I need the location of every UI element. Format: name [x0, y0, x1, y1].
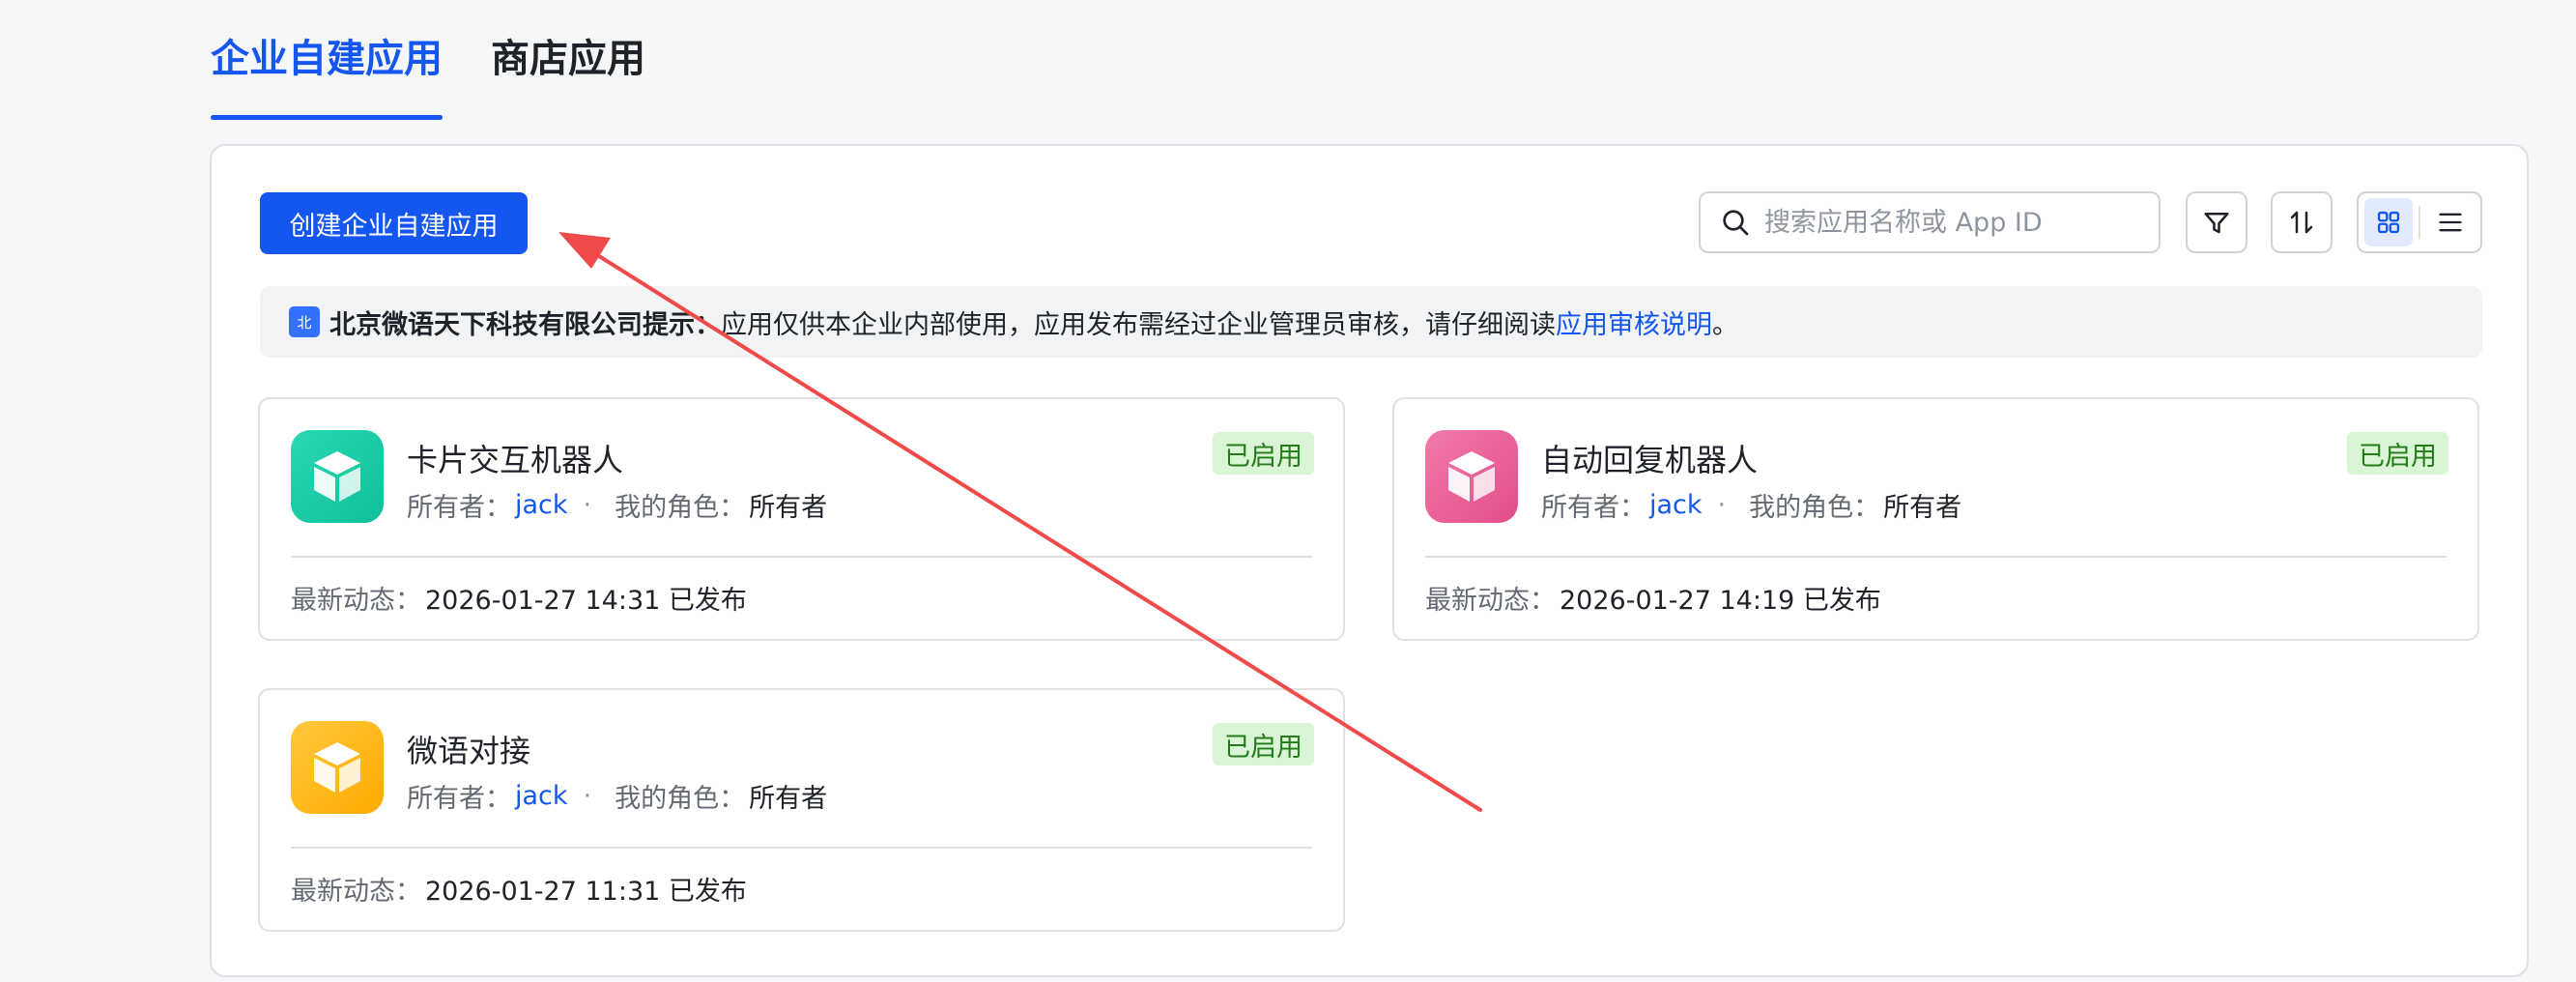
notice-message: 应用仅供本企业内部使用，应用发布需经过企业管理员审核，请仔细阅读 — [721, 309, 1556, 340]
owner-label: 所有者： — [407, 784, 511, 814]
app-icon — [1425, 430, 1518, 523]
activity-value: 2026-01-27 11:31 已发布 — [425, 877, 747, 907]
search-input[interactable] — [1764, 207, 2151, 238]
sort-icon — [2290, 211, 2313, 234]
notice-company: 北京微语天下科技有限公司提示： — [329, 309, 721, 340]
latest-activity: 最新动态： 2026-01-27 11:31 已发布 — [291, 870, 747, 908]
app-type-tabs: 企业自建应用 商店应用 — [211, 0, 645, 120]
status-badge: 已启用 — [1213, 723, 1314, 765]
app-icon — [291, 721, 384, 814]
role-value: 所有者 — [1883, 493, 1962, 523]
company-badge-icon: 北 — [289, 306, 320, 337]
tab-store-apps[interactable]: 商店应用 — [491, 0, 645, 120]
card-divider — [291, 847, 1312, 849]
app-name: 自动回复机器人 — [1541, 442, 1759, 478]
view-toggle — [2357, 191, 2482, 253]
search-box[interactable] — [1699, 191, 2161, 253]
card-divider — [291, 556, 1312, 558]
activity-label: 最新动态： — [291, 586, 421, 616]
tab-enterprise-apps[interactable]: 企业自建应用 — [211, 0, 443, 120]
grid-view-icon — [2377, 211, 2400, 234]
search-icon — [1723, 210, 1749, 236]
card-divider — [1425, 556, 2447, 558]
app-meta: 所有者： jack · 我的角色： 所有者 — [407, 777, 827, 815]
owner-link[interactable]: jack — [515, 781, 568, 811]
cube-icon — [314, 742, 360, 793]
latest-activity: 最新动态： 2026-01-27 14:19 已发布 — [1425, 579, 1881, 617]
activity-value: 2026-01-27 14:31 已发布 — [425, 586, 747, 616]
app-management-page: 企业自建应用 商店应用 创建企业自建应用 搜索应用名称或 App ID 北 北京… — [0, 0, 2576, 982]
role-label: 我的角色： — [1749, 493, 1880, 523]
app-card[interactable]: 自动回复机器人 所有者： jack · 我的角色： 所有者 已启用 最新动态： 2… — [1392, 397, 2479, 641]
sort-button[interactable] — [2271, 191, 2333, 253]
app-meta: 所有者： jack · 我的角色： 所有者 — [407, 486, 827, 524]
filter-icon — [2204, 213, 2229, 234]
activity-value: 2026-01-27 14:19 已发布 — [1560, 586, 1881, 616]
owner-label: 所有者： — [407, 493, 511, 523]
apps-panel: 创建企业自建应用 搜索应用名称或 App ID 北 北京微语天下科技有限公司提示… — [210, 144, 2529, 977]
meta-separator: · — [1717, 490, 1727, 520]
owner-link[interactable]: jack — [1649, 490, 1703, 520]
status-badge: 已启用 — [2347, 432, 2448, 475]
notice-banner: 北 北京微语天下科技有限公司提示： 应用仅供本企业内部使用，应用发布需经过企业管… — [260, 286, 2482, 358]
role-value: 所有者 — [749, 493, 828, 523]
list-view-icon — [2439, 213, 2462, 232]
owner-label: 所有者： — [1541, 493, 1646, 523]
activity-label: 最新动态： — [1425, 586, 1556, 616]
meta-separator: · — [583, 781, 592, 811]
meta-separator: · — [583, 490, 592, 520]
filter-button[interactable] — [2186, 191, 2247, 253]
app-icon — [291, 430, 384, 523]
create-app-button[interactable]: 创建企业自建应用 — [260, 192, 528, 254]
app-card[interactable]: 微语对接 所有者： jack · 我的角色： 所有者 已启用 最新动态： 2026… — [258, 688, 1345, 932]
latest-activity: 最新动态： 2026-01-27 14:31 已发布 — [291, 579, 747, 617]
role-label: 我的角色： — [615, 493, 746, 523]
view-toggle-divider — [2419, 206, 2420, 239]
app-name: 卡片交互机器人 — [407, 442, 624, 478]
review-guide-link[interactable]: 应用审核说明 — [1556, 303, 1712, 341]
status-badge: 已启用 — [1213, 432, 1314, 475]
role-label: 我的角色： — [615, 784, 746, 814]
grid-view-button[interactable] — [2364, 198, 2414, 246]
notice-suffix: 。 — [1712, 309, 1738, 340]
cube-icon — [1448, 451, 1495, 502]
cube-icon — [314, 451, 360, 502]
app-meta: 所有者： jack · 我的角色： 所有者 — [1541, 486, 1961, 524]
role-value: 所有者 — [749, 784, 828, 814]
owner-link[interactable]: jack — [515, 490, 568, 520]
app-card[interactable]: 卡片交互机器人 所有者： jack · 我的角色： 所有者 已启用 最新动态： 2… — [258, 397, 1345, 641]
list-view-button[interactable] — [2426, 198, 2475, 246]
activity-label: 最新动态： — [291, 877, 421, 907]
app-name: 微语对接 — [407, 733, 531, 769]
